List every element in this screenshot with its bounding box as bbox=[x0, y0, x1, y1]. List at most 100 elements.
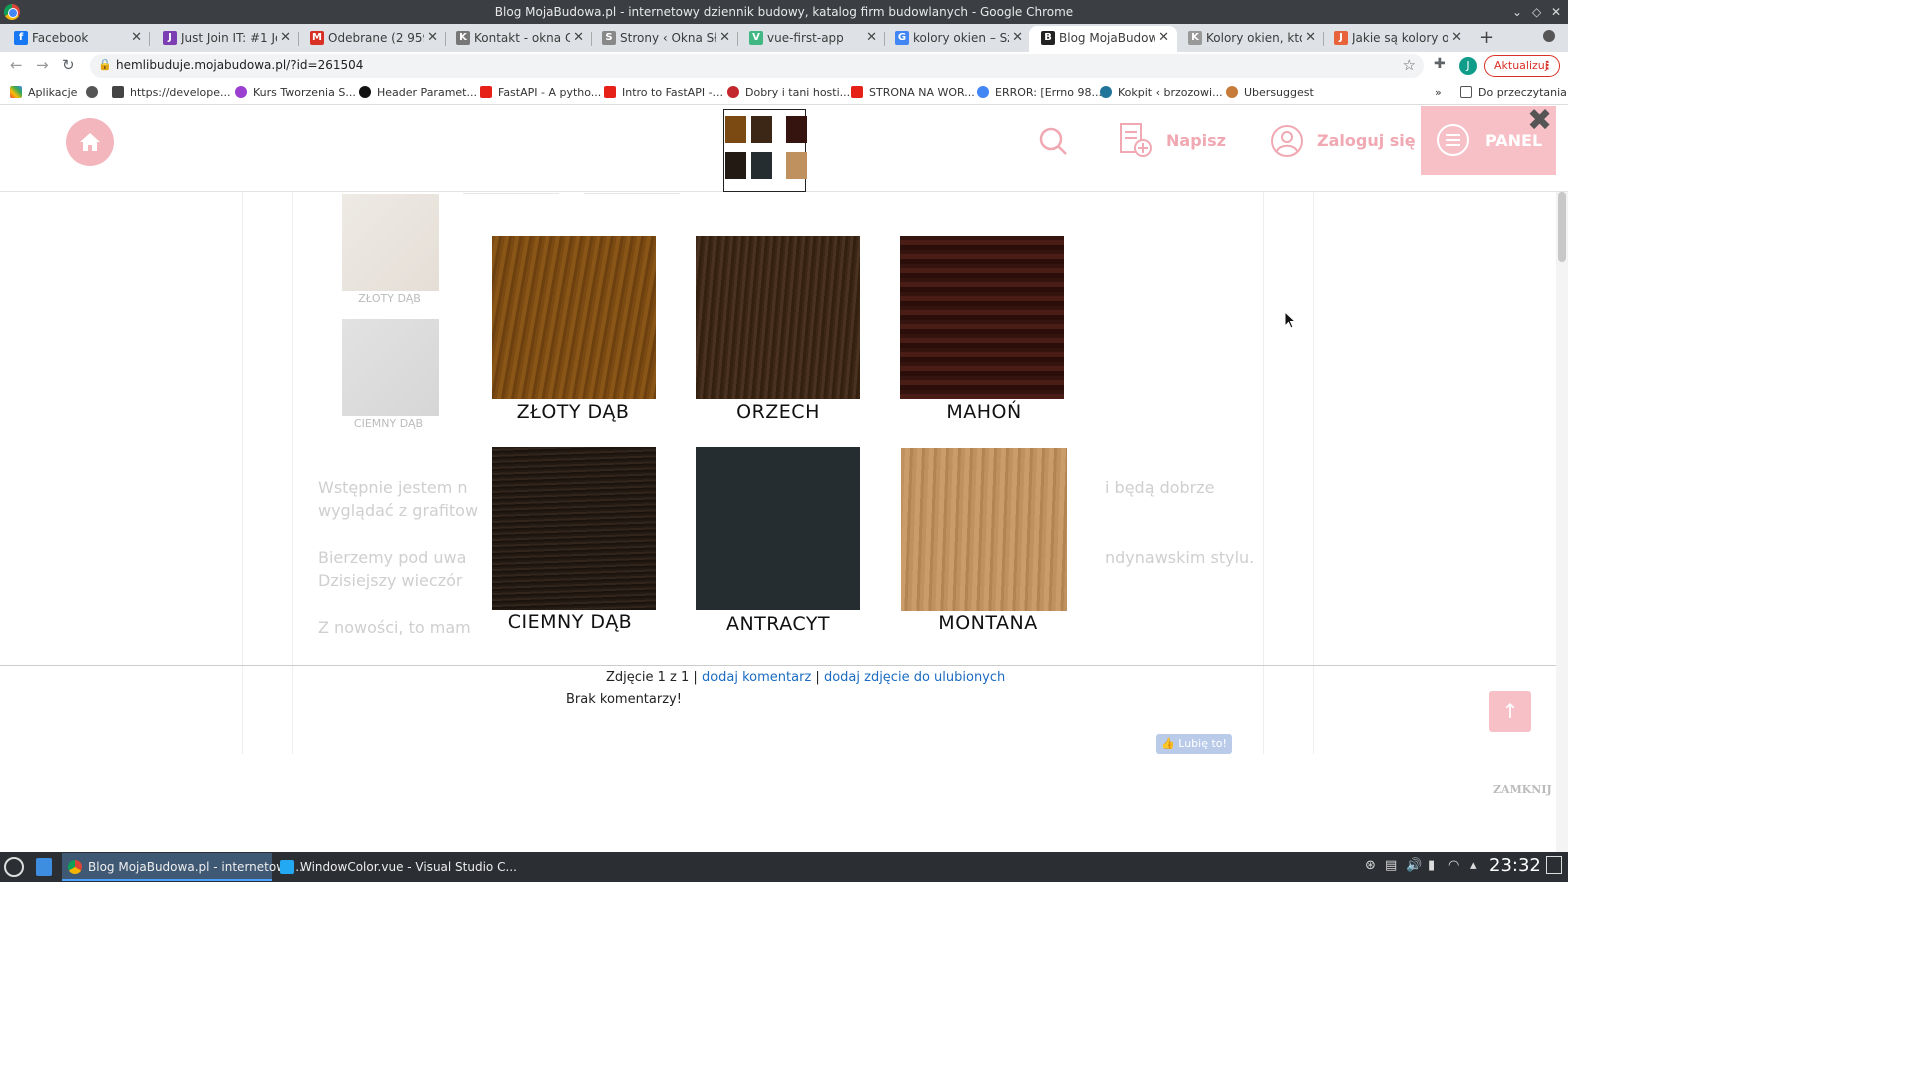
bookmark-item[interactable]: https://develope... bbox=[112, 86, 230, 99]
chrome-icon bbox=[4, 4, 20, 20]
tab-close-icon[interactable]: ✕ bbox=[1305, 26, 1316, 50]
tab-close-icon[interactable]: ✕ bbox=[1451, 26, 1462, 50]
show-desktop-icon[interactable] bbox=[1546, 856, 1562, 874]
back-icon[interactable]: ← bbox=[10, 56, 23, 74]
blog-image-thumb[interactable] bbox=[342, 194, 439, 291]
reload-icon[interactable]: ↻ bbox=[62, 56, 75, 74]
update-button[interactable]: Aktualizuj ⋮ bbox=[1484, 55, 1560, 77]
ubersuggest-icon bbox=[1226, 86, 1238, 98]
file-manager-icon[interactable] bbox=[36, 858, 52, 876]
clipboard-icon[interactable]: ▤ bbox=[1385, 858, 1397, 873]
tab-close-icon[interactable]: ✕ bbox=[131, 26, 142, 50]
lock-icon[interactable]: 🔒 bbox=[98, 58, 112, 71]
taskbar-window-chrome[interactable]: Blog MojaBudowa.pl - internetowy... bbox=[62, 853, 303, 881]
forward-icon[interactable]: → bbox=[36, 56, 49, 74]
tray-expand-icon[interactable]: ▴ bbox=[1470, 858, 1477, 873]
blog-text: Wstępnie jestem n bbox=[318, 478, 468, 497]
add-favorite-link[interactable]: dodaj zdjęcie do ulubionych bbox=[824, 670, 1005, 685]
maximize-icon[interactable]: ◇ bbox=[1532, 0, 1541, 24]
tab-jakie-kolory[interactable]: JJakie są kolory okie✕ bbox=[1322, 26, 1470, 52]
youtube-icon bbox=[604, 86, 616, 98]
bookmark-item[interactable] bbox=[86, 86, 104, 99]
scrollbar-thumb[interactable] bbox=[1558, 192, 1566, 262]
photo-caption: Zdjęcie 1 z 1 | dodaj komentarz | dodaj … bbox=[606, 670, 1006, 685]
tab-close-icon[interactable]: ✕ bbox=[1012, 26, 1023, 50]
blog-image-thumb[interactable] bbox=[342, 319, 439, 416]
swatch-mahon bbox=[900, 236, 1064, 399]
start-menu-icon[interactable] bbox=[4, 857, 24, 877]
battery-icon[interactable]: ▮ bbox=[1428, 858, 1435, 873]
bookmarks-overflow-icon[interactable]: » bbox=[1435, 86, 1442, 99]
lightbox-close-icon[interactable]: ✖ bbox=[1527, 106, 1552, 136]
tray-app-icon[interactable]: ⊛ bbox=[1365, 858, 1376, 873]
search-icon[interactable] bbox=[1038, 126, 1068, 156]
bookmark-item[interactable]: FastAPI - A pytho... bbox=[480, 86, 601, 99]
tab-justjoinit[interactable]: JJust Join IT: #1 Job B✕ bbox=[151, 26, 299, 52]
tab-close-icon[interactable]: ✕ bbox=[280, 26, 291, 50]
profile-avatar[interactable]: J bbox=[1459, 57, 1477, 75]
tab-close-icon[interactable]: ✕ bbox=[866, 26, 877, 50]
blog-text: Z nowości, to mam bbox=[318, 618, 471, 637]
menu-kebab-icon[interactable]: ⋮ bbox=[1542, 56, 1553, 76]
scroll-to-top-button[interactable]: ↑ bbox=[1489, 691, 1531, 732]
tab-strony[interactable]: SStrony ‹ Okna Słup✕ bbox=[590, 26, 738, 52]
close-lightbox-link[interactable]: ZAMKNIJ bbox=[1493, 783, 1552, 796]
bookmark-item[interactable]: STRONA NA WOR... bbox=[851, 86, 975, 99]
tab-kontakt[interactable]: KKontakt - okna Cich✕ bbox=[444, 26, 592, 52]
swatch-label: ANTRACYT bbox=[725, 613, 831, 635]
tab-close-icon[interactable]: ✕ bbox=[719, 26, 730, 50]
taskbar-window-vscode[interactable]: WindowColor.vue - Visual Studio C... bbox=[274, 853, 517, 881]
write-post-icon[interactable] bbox=[1118, 122, 1154, 158]
tab-gmail[interactable]: MOdebrane (2 959) -✕ bbox=[298, 26, 446, 52]
bookmark-item[interactable]: ERROR: [Errno 98... bbox=[977, 86, 1102, 99]
lightbox-thumbnail[interactable] bbox=[723, 109, 807, 192]
bookmark-item[interactable]: Kurs Tworzenia S... bbox=[235, 86, 356, 99]
no-comments-text: Brak komentarzy! bbox=[566, 692, 682, 707]
google-icon: G bbox=[895, 31, 909, 45]
add-comment-link[interactable]: dodaj komentarz bbox=[702, 670, 811, 685]
new-tab-button[interactable]: + bbox=[1479, 27, 1494, 48]
tab-google-search[interactable]: Gkolory okien – Szuk✕ bbox=[883, 26, 1031, 52]
tab-kolory-okien[interactable]: KKolory okien, które✕ bbox=[1176, 26, 1324, 52]
tab-strip: fFacebook✕ JJust Join IT: #1 Job B✕ MOde… bbox=[0, 24, 1568, 52]
home-button[interactable] bbox=[66, 118, 114, 166]
login-link[interactable]: Zaloguj się bbox=[1317, 131, 1416, 150]
blog-text: wyglądać z grafitow bbox=[318, 501, 479, 520]
tab-close-icon[interactable]: ✕ bbox=[1158, 26, 1169, 50]
tab-close-icon[interactable]: ✕ bbox=[427, 26, 438, 50]
bookmark-item[interactable]: Intro to FastAPI -... bbox=[604, 86, 723, 99]
bookmark-item[interactable]: Ubersuggest bbox=[1226, 86, 1314, 99]
page-scrollbar[interactable] bbox=[1556, 192, 1568, 852]
vscode-icon bbox=[280, 860, 294, 874]
taskbar: Blog MojaBudowa.pl - internetowy... Wind… bbox=[0, 852, 1568, 882]
chrome-icon bbox=[68, 860, 82, 874]
tab-search-icon[interactable] bbox=[1543, 30, 1555, 42]
user-icon[interactable] bbox=[1270, 124, 1304, 158]
tab-close-icon[interactable]: ✕ bbox=[573, 26, 584, 50]
wifi-icon[interactable]: ◠ bbox=[1448, 858, 1459, 873]
reading-list[interactable]: Do przeczytania bbox=[1460, 86, 1567, 99]
blog-image-caption: ZŁOTY DĄB bbox=[358, 292, 421, 305]
minimize-icon[interactable]: ⌄ bbox=[1512, 0, 1522, 24]
close-window-icon[interactable]: ✕ bbox=[1551, 0, 1561, 24]
update-label: Aktualizuj bbox=[1494, 59, 1548, 72]
extensions-icon[interactable]: ✚ bbox=[1434, 56, 1446, 72]
vue-icon: V bbox=[749, 31, 763, 45]
volume-icon[interactable]: 🔊 bbox=[1406, 858, 1422, 873]
tab-facebook[interactable]: f Facebook ✕ bbox=[2, 26, 150, 52]
bookmark-apps[interactable]: Aplikacje bbox=[10, 86, 77, 99]
clock[interactable]: 23:32 bbox=[1489, 855, 1541, 876]
address-bar[interactable]: 🔒 hemlibuduje.mojabudowa.pl/?id=261504 ☆ bbox=[90, 54, 1424, 78]
write-link[interactable]: Napisz bbox=[1166, 131, 1226, 150]
blog-text: Dzisiejszy wieczór bbox=[318, 571, 463, 590]
like-button[interactable]: 👍 Lubię to! bbox=[1156, 734, 1232, 754]
tab-blog-mojabudowa[interactable]: BBlog MojaBudowa.p✕ bbox=[1029, 26, 1177, 52]
bookmark-item[interactable]: Dobry i tani hosti... bbox=[727, 86, 850, 99]
bookmark-item[interactable]: Header Paramet... bbox=[359, 86, 477, 99]
url-text[interactable]: hemlibuduje.mojabudowa.pl/?id=261504 bbox=[116, 58, 363, 72]
arrow-up-icon: ↑ bbox=[1501, 699, 1519, 723]
tab-vue-first-app[interactable]: Vvue-first-app ✕ bbox=[737, 26, 885, 52]
bookmark-item[interactable]: Kokpit ‹ brzozowi... bbox=[1100, 86, 1223, 99]
bookmark-star-icon[interactable]: ☆ bbox=[1403, 56, 1416, 74]
google-icon bbox=[977, 86, 989, 98]
